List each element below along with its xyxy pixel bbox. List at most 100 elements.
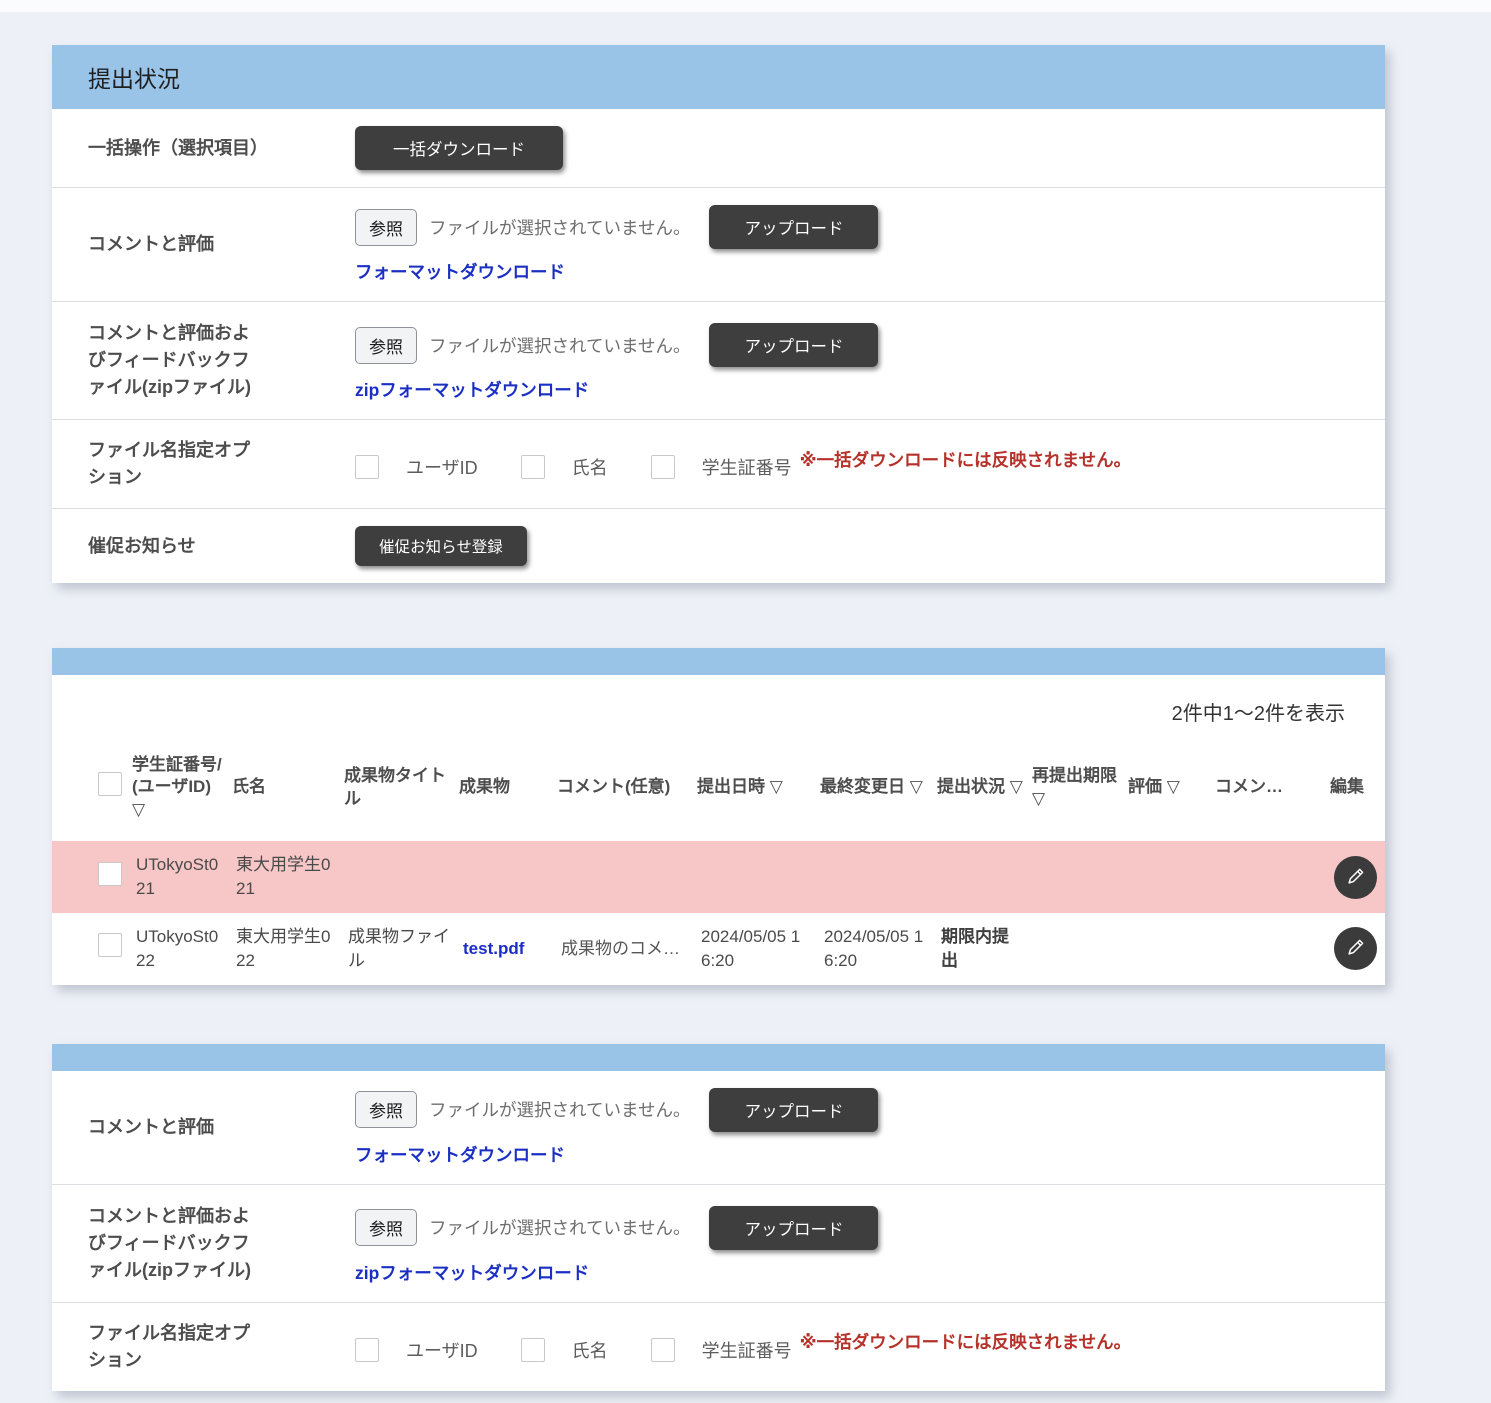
bulk-operation-row: 一括操作（選択項目） 一括ダウンロード bbox=[52, 109, 1385, 187]
lower-controls-panel: コメントと評価 参照 ファイルが選択されていません。 アップロード フォーマット… bbox=[52, 1044, 1385, 1391]
filename-option-row: ファイル名指定オプション ユーザID 氏名 学生証番号 ※一括ダウンロードには反… bbox=[52, 1302, 1385, 1391]
select-all-checkbox[interactable] bbox=[98, 772, 122, 796]
user-id-checkbox[interactable] bbox=[355, 1338, 379, 1362]
user-id-checkbox[interactable] bbox=[355, 455, 379, 479]
col-grade[interactable]: 評価 ▽ bbox=[1126, 740, 1213, 841]
upload-button[interactable]: アップロード bbox=[709, 205, 878, 249]
cell-resubmit-deadline bbox=[1030, 841, 1126, 913]
comment-eval-zip-label: コメントと評価およびフィードバックファイル(zipファイル) bbox=[88, 1203, 266, 1284]
bulk-download-warning-text: ※一括ダウンロードには反映されません。 bbox=[800, 1329, 1132, 1354]
cell-student-id: UTokyoSt021 bbox=[130, 841, 230, 913]
result-count-text: 2件中1～2件を表示 bbox=[52, 697, 1385, 726]
no-file-selected-text: ファイルが選択されていません。 bbox=[429, 215, 690, 240]
name-checkbox-label: 氏名 bbox=[572, 1337, 608, 1363]
edit-button[interactable] bbox=[1334, 927, 1377, 970]
row-checkbox[interactable] bbox=[98, 862, 122, 886]
table-row: UTokyoSt022 東大用学生022 成果物ファイル test.pdf 成果… bbox=[52, 913, 1385, 985]
bulk-download-button[interactable]: 一括ダウンロード bbox=[355, 126, 563, 170]
reminder-label: 催促お知らせ bbox=[88, 533, 266, 560]
col-name: 氏名 bbox=[230, 740, 342, 841]
pencil-icon bbox=[1345, 865, 1367, 890]
cell-modified-at bbox=[818, 841, 935, 913]
student-id-checkbox-label: 学生証番号 bbox=[702, 1337, 792, 1363]
cell-comment2 bbox=[1213, 841, 1328, 913]
col-student-id[interactable]: 学生証番号/(ユーザID) ▽ bbox=[130, 740, 230, 841]
comment-eval-zip-row: コメントと評価およびフィードバックファイル(zipファイル) 参照 ファイルが選… bbox=[52, 1184, 1385, 1302]
cell-name: 東大用学生021 bbox=[230, 841, 342, 913]
col-status[interactable]: 提出状況 ▽ bbox=[935, 740, 1030, 841]
table-header-row: 学生証番号/(ユーザID) ▽ 氏名 成果物タイトル 成果物 コメント(任意) … bbox=[52, 740, 1385, 841]
filename-option-label: ファイル名指定オプション bbox=[88, 437, 266, 491]
comment-eval-zip-label: コメントと評価およびフィードバックファイル(zipファイル) bbox=[88, 320, 266, 401]
upload-button[interactable]: アップロード bbox=[709, 1206, 878, 1250]
zip-format-download-link[interactable]: zipフォーマットダウンロード bbox=[355, 377, 589, 402]
panel-header-bar bbox=[52, 648, 1385, 675]
user-id-checkbox-label: ユーザID bbox=[406, 454, 478, 480]
format-download-link[interactable]: フォーマットダウンロード bbox=[355, 259, 565, 284]
bulk-operation-control: 一括ダウンロード bbox=[355, 126, 1361, 170]
comment-eval-zip-control: 参照 ファイルが選択されていません。 アップロード zipフォーマットダウンロー… bbox=[355, 1202, 1361, 1285]
row-checkbox[interactable] bbox=[98, 933, 122, 957]
comment-eval-row: コメントと評価 参照 ファイルが選択されていません。 アップロード フォーマット… bbox=[52, 187, 1385, 301]
col-work-file: 成果物 bbox=[457, 740, 555, 841]
browse-button[interactable]: 参照 bbox=[355, 209, 417, 246]
col-submitted-at[interactable]: 提出日時 ▽ bbox=[695, 740, 818, 841]
bulk-operation-label: 一括操作（選択項目） bbox=[88, 135, 266, 162]
cell-modified-at: 2024/05/05 16:20 bbox=[818, 913, 935, 985]
comment-eval-zip-control: 参照 ファイルが選択されていません。 アップロード zipフォーマットダウンロー… bbox=[355, 319, 1361, 402]
comment-eval-row: コメントと評価 参照 ファイルが選択されていません。 アップロード フォーマット… bbox=[52, 1071, 1385, 1184]
filename-option-row: ファイル名指定オプション ユーザID 氏名 学生証番号 ※一括ダウンロードには反… bbox=[52, 419, 1385, 508]
upload-button[interactable]: アップロード bbox=[709, 323, 878, 367]
reminder-control: 催促お知らせ登録 bbox=[355, 526, 1361, 566]
comment-eval-label: コメントと評価 bbox=[88, 231, 266, 258]
panel-header: 提出状況 bbox=[52, 45, 1385, 109]
no-file-selected-text: ファイルが選択されていません。 bbox=[429, 333, 690, 358]
upload-button[interactable]: アップロード bbox=[709, 1088, 878, 1132]
cell-comment: 成果物のコメ… bbox=[555, 913, 695, 985]
comment-eval-label: コメントと評価 bbox=[88, 1114, 266, 1141]
name-checkbox[interactable] bbox=[521, 455, 545, 479]
col-edit: 編集 bbox=[1328, 740, 1385, 841]
name-checkbox[interactable] bbox=[521, 1338, 545, 1362]
panel-header-bar bbox=[52, 1044, 1385, 1071]
col-comment2: コメン… bbox=[1213, 740, 1328, 841]
cell-work-title: 成果物ファイル bbox=[342, 913, 457, 985]
cell-submitted-at: 2024/05/05 16:20 bbox=[695, 913, 818, 985]
cell-comment2 bbox=[1213, 913, 1328, 985]
edit-button[interactable] bbox=[1334, 856, 1377, 899]
submission-file-link[interactable]: test.pdf bbox=[463, 939, 524, 958]
reminder-register-button[interactable]: 催促お知らせ登録 bbox=[355, 526, 527, 566]
browse-button[interactable]: 参照 bbox=[355, 327, 417, 364]
page-top-strip bbox=[0, 0, 1491, 12]
submission-status-panel: 提出状況 一括操作（選択項目） 一括ダウンロード コメントと評価 参照 ファイル… bbox=[52, 45, 1385, 583]
col-comment: コメント(任意) bbox=[555, 740, 695, 841]
col-work-title: 成果物タイトル bbox=[342, 740, 457, 841]
pencil-icon bbox=[1345, 936, 1367, 961]
cell-name: 東大用学生022 bbox=[230, 913, 342, 985]
browse-button[interactable]: 参照 bbox=[355, 1091, 417, 1128]
comment-eval-control: 参照 ファイルが選択されていません。 アップロード フォーマットダウンロード bbox=[355, 205, 1361, 284]
student-id-checkbox[interactable] bbox=[651, 1338, 675, 1362]
student-id-checkbox-label: 学生証番号 bbox=[702, 454, 792, 480]
student-id-checkbox[interactable] bbox=[651, 455, 675, 479]
cell-resubmit-deadline bbox=[1030, 913, 1126, 985]
col-resubmit-deadline[interactable]: 再提出期限 ▽ bbox=[1030, 740, 1126, 841]
table-row: UTokyoSt021 東大用学生021 bbox=[52, 841, 1385, 913]
cell-status: 期限内提出 bbox=[935, 913, 1030, 985]
name-checkbox-label: 氏名 bbox=[572, 454, 608, 480]
filename-option-control: ユーザID 氏名 学生証番号 ※一括ダウンロードには反映されません。 bbox=[355, 448, 1361, 480]
comment-eval-zip-row: コメントと評価およびフィードバックファイル(zipファイル) 参照 ファイルが選… bbox=[52, 301, 1385, 419]
bulk-download-warning-text: ※一括ダウンロードには反映されません。 bbox=[800, 447, 1132, 472]
col-modified-at[interactable]: 最終変更日 ▽ bbox=[818, 740, 935, 841]
reminder-row: 催促お知らせ 催促お知らせ登録 bbox=[52, 508, 1385, 583]
submission-table: 学生証番号/(ユーザID) ▽ 氏名 成果物タイトル 成果物 コメント(任意) … bbox=[52, 740, 1385, 985]
zip-format-download-link[interactable]: zipフォーマットダウンロード bbox=[355, 1260, 589, 1285]
no-file-selected-text: ファイルが選択されていません。 bbox=[429, 1097, 690, 1122]
browse-button[interactable]: 参照 bbox=[355, 1209, 417, 1246]
cell-grade bbox=[1126, 913, 1213, 985]
filename-option-control: ユーザID 氏名 学生証番号 ※一括ダウンロードには反映されません。 bbox=[355, 1331, 1361, 1363]
cell-work-title bbox=[342, 841, 457, 913]
no-file-selected-text: ファイルが選択されていません。 bbox=[429, 1215, 690, 1240]
format-download-link[interactable]: フォーマットダウンロード bbox=[355, 1142, 565, 1167]
cell-work-file bbox=[457, 841, 555, 913]
